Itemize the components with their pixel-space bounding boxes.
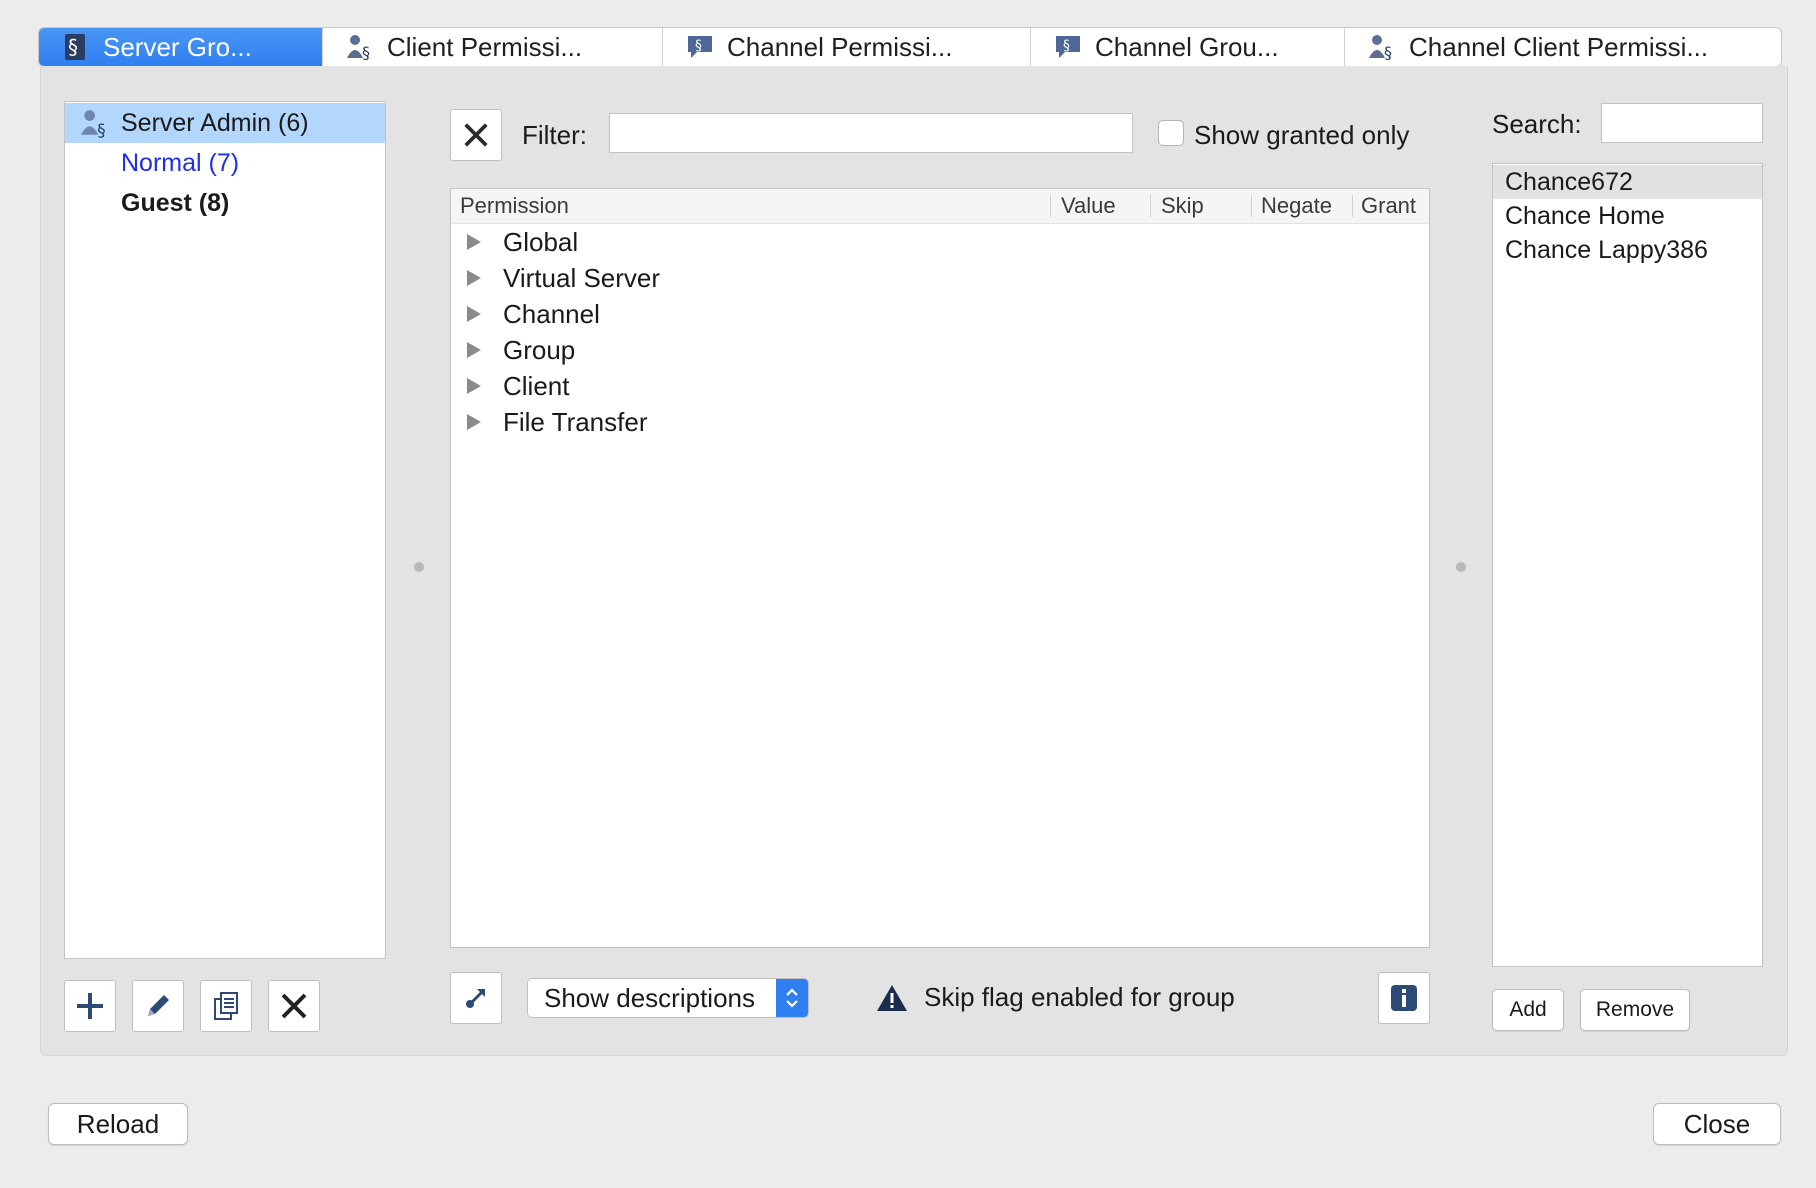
pencil-icon: [148, 995, 169, 1016]
tree-row-label: Global: [503, 226, 579, 257]
tab-client-permissions[interactable]: § Client Permissi...: [323, 28, 663, 66]
group-item-normal[interactable]: Normal (7): [65, 143, 385, 183]
svg-text:§: §: [695, 38, 702, 54]
clear-filter-button[interactable]: [450, 109, 502, 161]
tab-label: Channel Client Permissi...: [1409, 31, 1709, 62]
group-item-guest[interactable]: Guest (8): [65, 183, 385, 223]
clear-x-icon: [464, 123, 488, 147]
tree-row-virtual-server[interactable]: Virtual Server: [451, 260, 660, 296]
channel-permission-icon: §: [688, 36, 712, 58]
remove-client-button[interactable]: Remove: [1580, 989, 1690, 1031]
add-client-button[interactable]: Add: [1492, 989, 1564, 1031]
tree-row-label: Channel: [503, 298, 600, 329]
column-header-skip[interactable]: Skip: [1161, 189, 1204, 223]
show-descriptions-select[interactable]: Show descriptions: [527, 978, 809, 1018]
info-icon: [1391, 985, 1417, 1011]
expand-arrow-icon[interactable]: [467, 414, 481, 430]
expand-arrows-icon: [466, 988, 486, 1008]
left-splitter-handle[interactable]: [414, 562, 424, 572]
tab-bar: § Server Gro... § Client Permissi... § C…: [38, 27, 1782, 67]
svg-text:§: §: [1384, 43, 1392, 62]
tab-label: Server Gro...: [103, 31, 252, 62]
delete-group-button[interactable]: [268, 980, 320, 1032]
column-header-negate[interactable]: Negate: [1261, 189, 1332, 223]
copy-icon: [214, 992, 238, 1020]
tree-row-group[interactable]: Group: [451, 332, 575, 368]
svg-text:§: §: [97, 121, 106, 139]
filter-input[interactable]: [609, 113, 1133, 153]
channel-group-icon: §: [1056, 36, 1080, 58]
show-granted-only-checkbox[interactable]: [1158, 120, 1184, 146]
client-item[interactable]: Chance672: [1493, 165, 1762, 199]
copy-group-button[interactable]: [200, 980, 252, 1032]
group-item-server-admin[interactable]: § Server Admin (6): [65, 103, 385, 143]
tree-row-channel[interactable]: Channel: [451, 296, 600, 332]
channel-client-permission-icon: §: [1369, 35, 1392, 62]
add-group-button[interactable]: [64, 980, 116, 1032]
svg-text:§: §: [1063, 38, 1070, 54]
show-granted-only-label: Show granted only: [1194, 120, 1410, 150]
search-input[interactable]: [1601, 103, 1763, 143]
tab-server-groups[interactable]: § Server Gro...: [39, 28, 323, 66]
tab-label: Channel Grou...: [1095, 31, 1279, 62]
tree-row-file-transfer[interactable]: File Transfer: [451, 404, 648, 440]
search-label: Search:: [1492, 109, 1582, 139]
tree-row-label: Virtual Server: [503, 262, 661, 293]
tab-channel-groups[interactable]: § Channel Grou...: [1031, 28, 1345, 66]
client-item[interactable]: Chance Home: [1493, 199, 1762, 233]
tab-label: Channel Permissi...: [727, 31, 953, 62]
expand-arrow-icon[interactable]: [467, 306, 481, 322]
delete-x-icon: [281, 993, 307, 1019]
column-header-grant[interactable]: Grant: [1361, 189, 1416, 223]
info-button[interactable]: [1378, 972, 1430, 1024]
tree-row-label: Group: [503, 334, 576, 365]
right-splitter-handle[interactable]: [1456, 562, 1466, 572]
close-button[interactable]: Close: [1653, 1103, 1781, 1145]
group-label: Normal (7): [121, 148, 240, 177]
permission-tree: Permission Value Skip Negate Grant Globa…: [450, 188, 1430, 948]
server-group-list: § Server Admin (6) Normal (7) Guest (8): [64, 101, 386, 959]
server-group-icon: §: [65, 34, 85, 60]
expand-arrow-icon[interactable]: [467, 378, 481, 394]
tree-row-label: File Transfer: [503, 406, 648, 437]
group-label: Server Admin (6): [121, 108, 309, 137]
column-header-value[interactable]: Value: [1061, 189, 1116, 223]
select-value: Show descriptions: [544, 982, 755, 1013]
skip-flag-warning: Skip flag enabled for group: [876, 982, 1235, 1013]
column-header-permission[interactable]: Permission: [460, 189, 569, 223]
expand-arrow-icon[interactable]: [467, 234, 481, 250]
plus-icon: [77, 993, 103, 1019]
svg-text:§: §: [362, 43, 370, 62]
filter-label: Filter:: [522, 120, 587, 150]
client-item[interactable]: Chance Lappy386: [1493, 233, 1762, 267]
tree-row-client[interactable]: Client: [451, 368, 569, 404]
client-permission-icon: §: [347, 35, 370, 62]
tree-row-label: Client: [503, 370, 570, 401]
reload-button[interactable]: Reload: [48, 1103, 188, 1145]
client-list: Chance672 Chance Home Chance Lappy386: [1492, 163, 1763, 967]
expand-collapse-button[interactable]: [450, 972, 502, 1024]
rename-group-button[interactable]: [132, 980, 184, 1032]
user-group-icon: §: [81, 110, 106, 139]
tab-channel-client-permissions[interactable]: § Channel Client Permissi...: [1345, 28, 1781, 66]
tab-channel-permissions[interactable]: § Channel Permissi...: [663, 28, 1031, 66]
tab-label: Client Permissi...: [387, 31, 583, 62]
svg-text:§: §: [68, 35, 78, 59]
expand-arrow-icon[interactable]: [467, 270, 481, 286]
expand-arrow-icon[interactable]: [467, 342, 481, 358]
tree-row-global[interactable]: Global: [451, 224, 578, 260]
group-label: Guest (8): [121, 188, 230, 217]
updown-chevron-icon: [776, 979, 808, 1017]
warning-text: Skip flag enabled for group: [924, 982, 1235, 1012]
permission-table-header: Permission Value Skip Negate Grant: [451, 189, 1429, 224]
warning-icon: [877, 984, 907, 1011]
